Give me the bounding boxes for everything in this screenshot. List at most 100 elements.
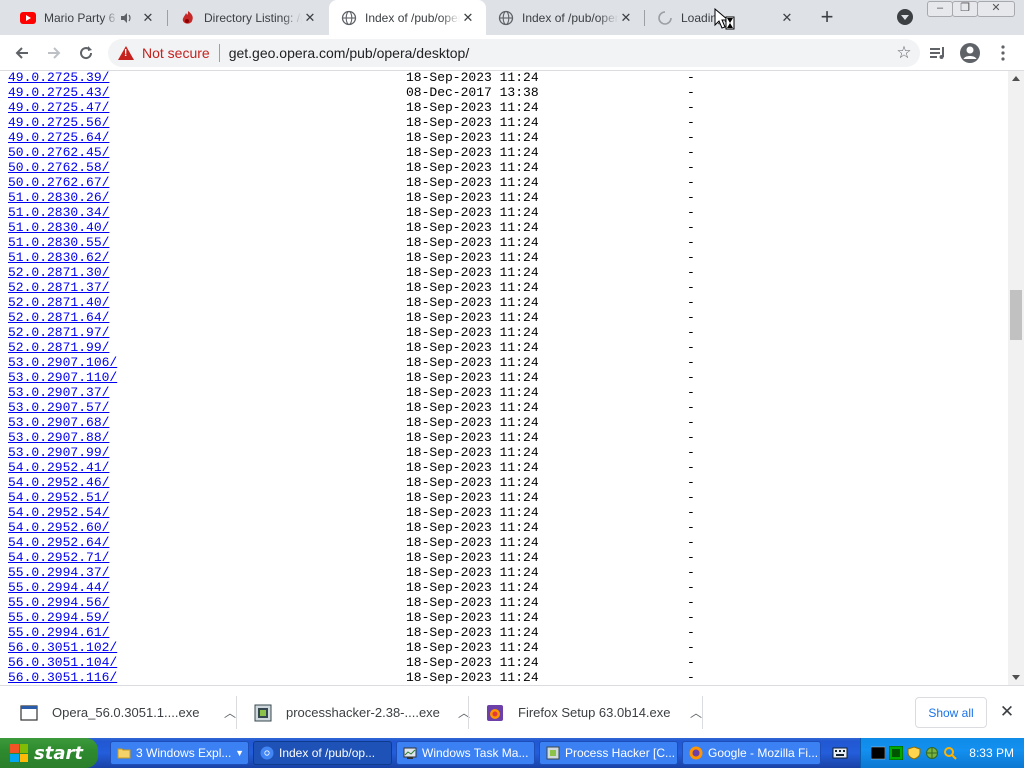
tab-close-icon[interactable]: ✕ (618, 10, 634, 26)
file-size: - (687, 400, 695, 415)
tab-close-icon[interactable]: ✕ (779, 10, 795, 26)
taskbar-item-label: Google - Mozilla Fi... (708, 746, 819, 760)
directory-link[interactable]: 53.0.2907.99/ (8, 445, 109, 460)
tab-index[interactable]: Index of /pub/opera/ ✕ (486, 0, 644, 35)
bookmark-star-icon[interactable]: ☆ (894, 43, 914, 63)
search-tray-icon[interactable] (943, 746, 957, 760)
directory-link[interactable]: 52.0.2871.37/ (8, 280, 109, 295)
command-prompt-icon[interactable] (871, 746, 885, 760)
address-bar[interactable]: Not secure get.geo.opera.com/pub/opera/d… (108, 39, 920, 67)
directory-link[interactable]: 56.0.3051.116/ (8, 670, 117, 685)
directory-link[interactable]: 49.0.2725.39/ (8, 71, 109, 85)
directory-link[interactable]: 52.0.2871.40/ (8, 295, 109, 310)
maximize-button[interactable]: ❐ (952, 1, 978, 17)
taskbar-item-explorer[interactable]: 3 Windows Expl... ▼ (110, 741, 249, 765)
directory-link[interactable]: 54.0.2952.41/ (8, 460, 109, 475)
menu-button[interactable] (990, 40, 1016, 66)
loading-spinner-icon (657, 10, 673, 26)
show-all-downloads-button[interactable]: Show all (915, 697, 987, 728)
tab-close-icon[interactable]: ✕ (460, 10, 476, 26)
directory-link[interactable]: 56.0.3051.102/ (8, 640, 117, 655)
directory-link[interactable]: 55.0.2994.59/ (8, 610, 109, 625)
directory-link[interactable]: 51.0.2830.34/ (8, 205, 109, 220)
back-button[interactable] (9, 40, 35, 66)
file-size: - (687, 280, 695, 295)
chevron-up-icon[interactable]: ︿ (686, 704, 706, 721)
directory-link[interactable]: 50.0.2762.67/ (8, 175, 109, 190)
directory-link[interactable]: 54.0.2952.60/ (8, 520, 109, 535)
scroll-thumb[interactable] (1010, 290, 1022, 340)
tab-close-icon[interactable]: ✕ (302, 10, 318, 26)
network-icon[interactable] (925, 746, 939, 760)
directory-link[interactable]: 52.0.2871.64/ (8, 310, 109, 325)
tab-directory-listing[interactable]: Directory Listing: /p ✕ (168, 0, 328, 35)
directory-link[interactable]: 51.0.2830.62/ (8, 250, 109, 265)
minimize-button[interactable]: – (927, 1, 953, 17)
profile-button[interactable] (957, 40, 983, 66)
directory-link[interactable]: 54.0.2952.64/ (8, 535, 109, 550)
taskbar-item-firefox[interactable]: Google - Mozilla Fi... (682, 741, 821, 765)
directory-link[interactable]: 52.0.2871.99/ (8, 340, 109, 355)
directory-link[interactable]: 53.0.2907.106/ (8, 355, 117, 370)
download-item-processhacker[interactable]: processhacker-2.38-....exe ︿ (234, 686, 474, 739)
directory-link[interactable]: 50.0.2762.58/ (8, 160, 109, 175)
directory-link[interactable]: 51.0.2830.55/ (8, 235, 109, 250)
directory-link[interactable]: 56.0.3051.104/ (8, 655, 117, 670)
directory-link[interactable]: 55.0.2994.37/ (8, 565, 109, 580)
close-shelf-icon[interactable]: ✕ (997, 702, 1017, 722)
tab-close-icon[interactable]: ✕ (140, 10, 156, 26)
download-item-firefox[interactable]: Firefox Setup 63.0b14.exe ︿ (466, 686, 706, 739)
new-tab-button[interactable]: + (815, 6, 839, 30)
modified-date: 18-Sep-2023 11:24 (406, 71, 539, 85)
directory-link[interactable]: 53.0.2907.57/ (8, 400, 109, 415)
download-item-opera[interactable]: Opera_56.0.3051.1....exe ︿ (0, 686, 240, 739)
tab-mario-party[interactable]: Mario Party 6 - ✕ (8, 0, 166, 35)
directory-link[interactable]: 55.0.2994.44/ (8, 580, 109, 595)
directory-link[interactable]: 55.0.2994.56/ (8, 595, 109, 610)
speaker-icon[interactable] (118, 10, 134, 26)
warning-triangle-icon[interactable] (118, 45, 134, 61)
reload-button[interactable] (73, 40, 99, 66)
directory-link[interactable]: 52.0.2871.97/ (8, 325, 109, 340)
directory-link[interactable]: 55.0.2994.61/ (8, 625, 109, 640)
directory-link[interactable]: 51.0.2830.40/ (8, 220, 109, 235)
taskbar-item-process-hacker[interactable]: Process Hacker [C... (539, 741, 678, 765)
directory-link[interactable]: 53.0.2907.110/ (8, 370, 117, 385)
modified-date: 18-Sep-2023 11:24 (406, 640, 539, 655)
directory-link[interactable]: 49.0.2725.56/ (8, 115, 109, 130)
start-button[interactable]: start (0, 738, 98, 768)
process-monitor-icon[interactable] (889, 746, 903, 760)
windows-taskbar: start 3 Windows Expl... ▼ Index of /pub/… (0, 738, 1024, 768)
media-control-button[interactable] (925, 40, 951, 66)
forward-button[interactable] (41, 40, 67, 66)
taskbar-item-chrome[interactable]: Index of /pub/op... (253, 741, 392, 765)
directory-link[interactable]: 54.0.2952.54/ (8, 505, 109, 520)
scroll-down-arrow-icon[interactable] (1012, 675, 1020, 680)
url-text[interactable]: get.geo.opera.com/pub/opera/desktop/ (229, 45, 470, 61)
directory-link[interactable]: 53.0.2907.37/ (8, 385, 109, 400)
tab-search-icon[interactable] (897, 9, 913, 25)
keyboard-icon[interactable] (832, 746, 848, 760)
system-clock: 8:33 PM (969, 746, 1014, 760)
security-status[interactable]: Not secure (142, 45, 210, 61)
modified-date: 18-Sep-2023 11:24 (406, 550, 539, 565)
taskbar-item-task-manager[interactable]: Windows Task Ma... (396, 741, 535, 765)
modified-date: 18-Sep-2023 11:24 (406, 595, 539, 610)
firefox-icon (689, 746, 703, 760)
directory-link[interactable]: 54.0.2952.46/ (8, 475, 109, 490)
close-window-button[interactable]: ✕ (977, 1, 1015, 17)
directory-link[interactable]: 50.0.2762.45/ (8, 145, 109, 160)
scroll-up-arrow-icon[interactable] (1012, 76, 1020, 81)
directory-link[interactable]: 53.0.2907.68/ (8, 415, 109, 430)
directory-link[interactable]: 53.0.2907.88/ (8, 430, 109, 445)
directory-link[interactable]: 54.0.2952.71/ (8, 550, 109, 565)
security-shield-icon[interactable] (907, 746, 921, 760)
directory-link[interactable]: 52.0.2871.30/ (8, 265, 109, 280)
directory-link[interactable]: 51.0.2830.26/ (8, 190, 109, 205)
vertical-scrollbar[interactable] (1008, 71, 1024, 685)
directory-link[interactable]: 49.0.2725.64/ (8, 130, 109, 145)
directory-link[interactable]: 54.0.2952.51/ (8, 490, 109, 505)
tab-index-active[interactable]: Index of /pub/opera/ ✕ (329, 0, 486, 35)
directory-link[interactable]: 49.0.2725.47/ (8, 100, 109, 115)
directory-link[interactable]: 49.0.2725.43/ (8, 85, 109, 100)
